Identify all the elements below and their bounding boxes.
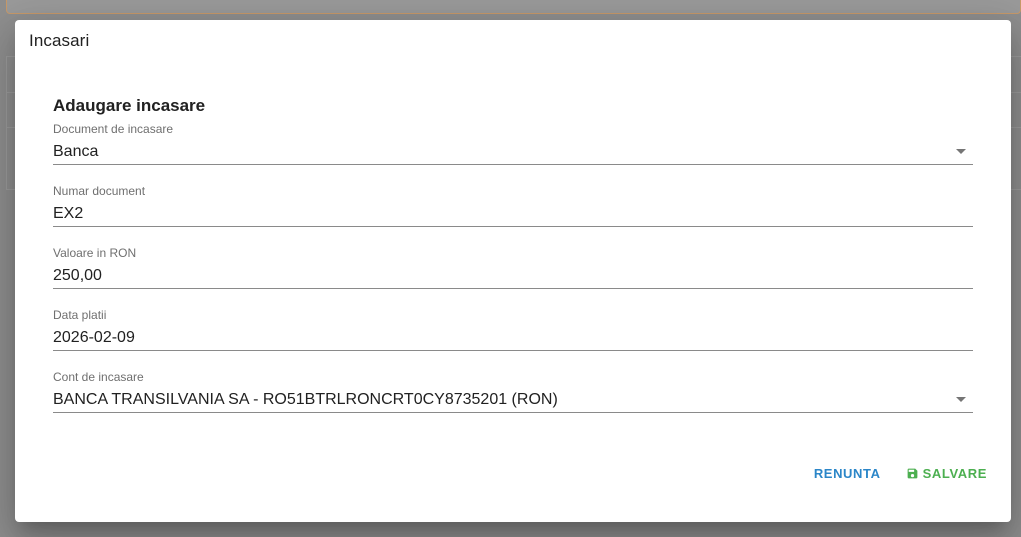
cancel-button-label: RENUNTA bbox=[813, 466, 881, 481]
document-number-input[interactable]: Numar document EX2 bbox=[53, 184, 973, 227]
incasari-dialog: Incasari Adaugare incasare Document de i… bbox=[15, 20, 1011, 522]
document-type-select[interactable]: Document de incasare Banca bbox=[53, 122, 973, 165]
field-value: BANCA TRANSILVANIA SA - RO51BTRLRONCRT0C… bbox=[53, 391, 558, 408]
field-value: 250,00 bbox=[53, 267, 102, 284]
field-value: EX2 bbox=[53, 205, 84, 222]
field-label: Cont de incasare bbox=[53, 370, 144, 384]
add-payment-form: Adaugare incasare Document de incasare B… bbox=[38, 78, 987, 496]
payment-date-input[interactable]: Data platii 2026-02-09 bbox=[53, 308, 973, 351]
background-input-bar bbox=[6, 0, 1021, 14]
field-label: Document de incasare bbox=[53, 122, 174, 136]
field-label: Numar document bbox=[53, 184, 146, 198]
account-select[interactable]: Cont de incasare BANCA TRANSILVANIA SA -… bbox=[53, 370, 973, 413]
field-label: Valoare in RON bbox=[53, 246, 137, 260]
dropdown-arrow-icon[interactable] bbox=[956, 149, 966, 154]
save-button[interactable]: SALVARE bbox=[906, 464, 987, 483]
dialog-title: Incasari bbox=[29, 31, 90, 50]
field-value: Banca bbox=[53, 143, 99, 160]
cancel-button[interactable]: RENUNTA bbox=[814, 464, 881, 483]
save-button-label: SALVARE bbox=[922, 466, 987, 481]
dialog-actions: RENUNTA SALVARE bbox=[814, 464, 987, 483]
dropdown-arrow-icon[interactable] bbox=[956, 397, 966, 402]
floppy-disk-icon bbox=[907, 468, 917, 479]
form-heading: Adaugare incasare bbox=[53, 96, 206, 115]
field-value: 2026-02-09 bbox=[53, 329, 135, 346]
amount-input[interactable]: Valoare in RON 250,00 bbox=[53, 246, 973, 289]
field-label: Data platii bbox=[53, 308, 107, 322]
